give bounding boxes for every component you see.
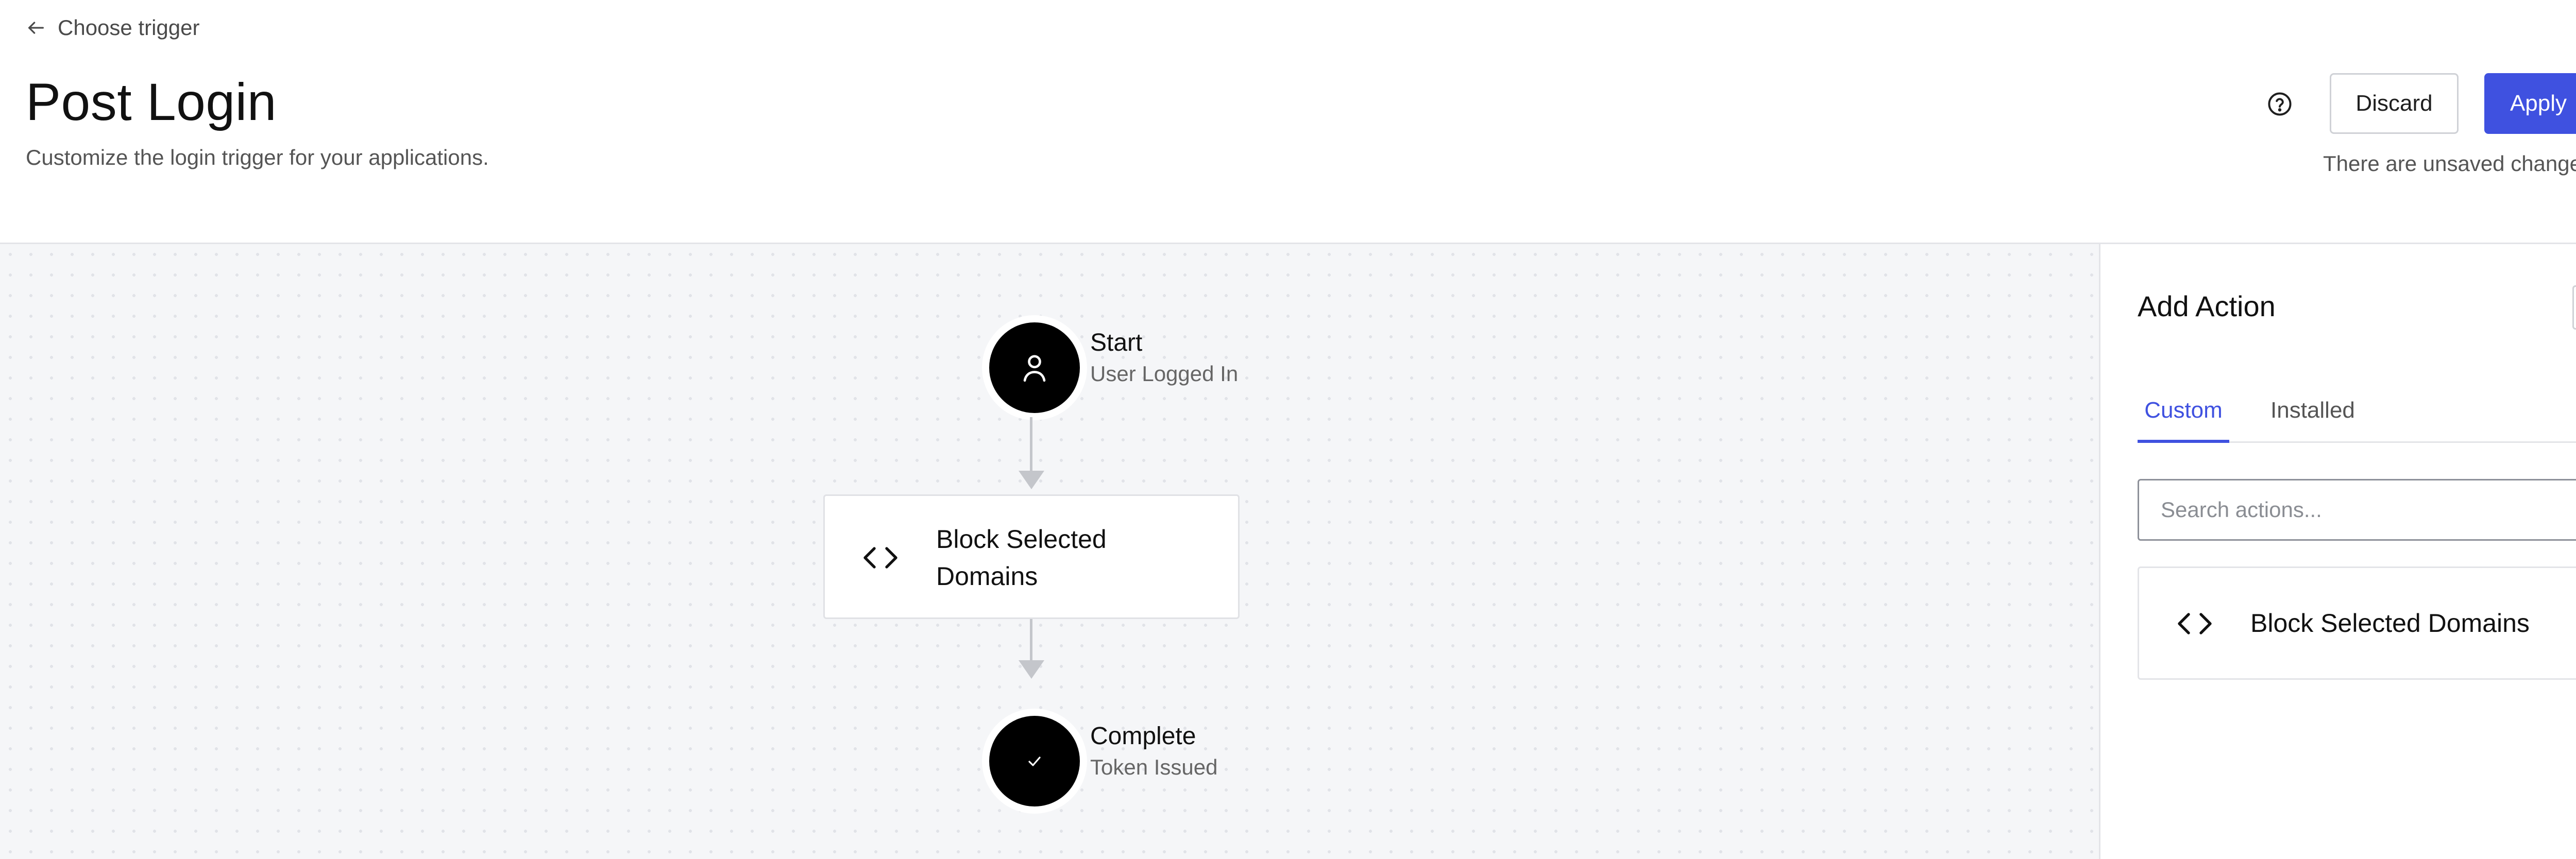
connector-action-to-complete — [1030, 619, 1032, 662]
page-subtitle: Customize the login trigger for your app… — [26, 145, 489, 169]
flow-action-card[interactable]: Block Selected Domains — [823, 494, 1240, 619]
connector-arrow — [1019, 660, 1044, 679]
start-node-subtitle: User Logged In — [1090, 362, 1239, 386]
start-node[interactable] — [982, 315, 1087, 420]
action-list-item[interactable]: Block Selected Domains — [2138, 566, 2576, 680]
add-action-panel: Add Action Custom Installed Block Select… — [2099, 244, 2576, 859]
check-icon — [1028, 757, 1041, 766]
help-circle-icon — [2268, 92, 2292, 116]
page-header: Choose trigger Post Login Customize the … — [0, 0, 2576, 244]
complete-node-subtitle: Token Issued — [1090, 755, 1218, 779]
complete-node[interactable] — [982, 709, 1087, 814]
start-node-title: Start — [1090, 329, 1143, 356]
add-action-button[interactable] — [2572, 285, 2576, 330]
help-button[interactable] — [2264, 89, 2295, 119]
flow-editor-page: Choose trigger Post Login Customize the … — [0, 0, 2576, 859]
tab-custom[interactable]: Custom — [2138, 393, 2229, 443]
back-link-label: Choose trigger — [58, 15, 200, 40]
action-tabs: Custom Installed — [2138, 393, 2576, 443]
complete-node-title: Complete — [1090, 723, 1196, 750]
tab-installed[interactable]: Installed — [2270, 393, 2355, 443]
flow-canvas[interactable]: Start User Logged In Block Selected Doma… — [0, 244, 2099, 859]
search-actions-input[interactable] — [2138, 479, 2576, 541]
arrow-left-icon — [28, 22, 44, 34]
connector-arrow — [1019, 471, 1044, 489]
unsaved-changes-text: There are unsaved changes — [2323, 151, 2576, 176]
flow-action-label: Block Selected Domains — [936, 525, 1107, 591]
back-link[interactable]: Choose trigger — [26, 15, 199, 40]
code-icon — [863, 547, 897, 569]
apply-button[interactable]: Apply — [2484, 73, 2576, 134]
connector-start-to-action — [1030, 417, 1032, 473]
user-icon — [1023, 355, 1046, 382]
panel-title: Add Action — [2138, 290, 2276, 322]
code-icon — [2178, 613, 2212, 634]
action-list-item-label: Block Selected Domains — [2250, 609, 2530, 638]
discard-button[interactable]: Discard — [2330, 73, 2459, 134]
page-title: Post Login — [26, 73, 277, 131]
